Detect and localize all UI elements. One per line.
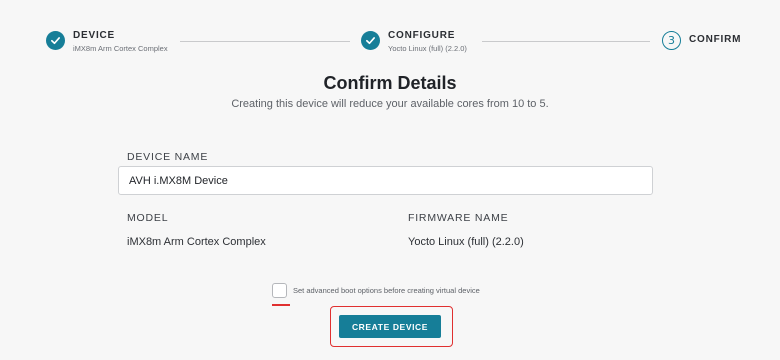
check-icon bbox=[46, 31, 65, 50]
model-label: MODEL bbox=[127, 212, 169, 224]
step-configure-subtitle: Yocto Linux (full) (2.2.0) bbox=[388, 44, 467, 53]
advanced-boot-label[interactable]: Set advanced boot options before creatin… bbox=[293, 286, 480, 295]
checkbox-highlight-underline bbox=[272, 304, 290, 306]
advanced-boot-checkbox[interactable] bbox=[272, 283, 287, 298]
device-name-label: DEVICE NAME bbox=[127, 151, 209, 163]
step-configure-title: CONFIGURE bbox=[388, 30, 456, 41]
page-title: Confirm Details bbox=[323, 73, 457, 93]
firmware-label: FIRMWARE NAME bbox=[408, 212, 509, 224]
create-device-button[interactable]: CREATE DEVICE bbox=[339, 315, 441, 338]
firmware-value: Yocto Linux (full) (2.2.0) bbox=[408, 236, 524, 248]
advanced-boot-checkbox-wrapper[interactable] bbox=[272, 283, 290, 306]
stepper: DEVICE iMX8m Arm Cortex Complex CONFIGUR… bbox=[0, 0, 780, 60]
step-connector bbox=[180, 41, 350, 42]
device-name-input[interactable] bbox=[118, 166, 653, 195]
step-configure[interactable]: CONFIGURE Yocto Linux (full) (2.2.0) bbox=[361, 30, 467, 54]
step-confirm[interactable]: 3 CONFIRM bbox=[662, 30, 741, 50]
step-device[interactable]: DEVICE iMX8m Arm Cortex Complex bbox=[46, 30, 168, 54]
step-confirm-title: CONFIRM bbox=[689, 34, 742, 45]
check-icon bbox=[361, 31, 380, 50]
step-device-subtitle: iMX8m Arm Cortex Complex bbox=[73, 44, 168, 53]
model-value: iMX8m Arm Cortex Complex bbox=[127, 236, 266, 248]
page-subtitle: Creating this device will reduce your av… bbox=[231, 98, 549, 110]
step-device-title: DEVICE bbox=[73, 30, 116, 41]
step-connector bbox=[482, 41, 650, 42]
step-number-icon: 3 bbox=[662, 31, 681, 50]
